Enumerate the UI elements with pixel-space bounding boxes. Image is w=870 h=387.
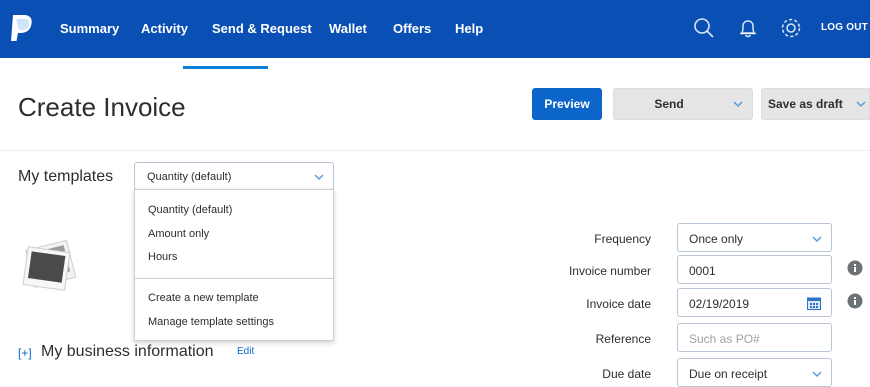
- send-button[interactable]: Send: [613, 88, 753, 120]
- chevron-down-icon: [314, 174, 324, 181]
- chevron-down-icon: [733, 101, 743, 108]
- due-date-label: Due date: [602, 367, 651, 381]
- menu-item-quantity[interactable]: Quantity (default): [148, 204, 232, 216]
- menu-item-hours[interactable]: Hours: [148, 251, 177, 263]
- menu-item-amount-only[interactable]: Amount only: [148, 228, 209, 240]
- reference-label: Reference: [595, 332, 651, 346]
- frequency-value: Once only: [689, 232, 744, 246]
- nav-summary[interactable]: Summary: [60, 21, 119, 36]
- send-button-label: Send: [654, 97, 684, 111]
- business-info-expand-toggle[interactable]: [+]: [18, 346, 32, 360]
- templates-dropdown-menu: Quantity (default) Amount only Hours Cre…: [134, 189, 334, 341]
- frequency-label: Frequency: [594, 232, 651, 246]
- bell-icon[interactable]: [734, 14, 762, 42]
- invoice-number-field[interactable]: 0001: [677, 255, 832, 284]
- paypal-logo-icon[interactable]: [8, 13, 34, 43]
- chevron-down-icon: [812, 371, 822, 378]
- invoice-date-label: Invoice date: [586, 297, 651, 311]
- reference-placeholder: Such as PO#: [689, 332, 760, 346]
- frequency-select[interactable]: Once only: [677, 223, 832, 252]
- invoice-date-value: 02/19/2019: [689, 297, 750, 311]
- save-draft-button[interactable]: Save as draft: [761, 88, 870, 120]
- search-icon[interactable]: [690, 14, 718, 42]
- invoice-number-value: 0001: [689, 264, 716, 278]
- page-title: Create Invoice: [18, 92, 186, 122]
- preview-button[interactable]: Preview: [532, 88, 602, 120]
- templates-select[interactable]: Quantity (default): [134, 162, 334, 190]
- save-draft-label: Save as draft: [768, 97, 843, 111]
- menu-item-manage-templates[interactable]: Manage template settings: [148, 316, 274, 328]
- templates-label: My templates: [18, 168, 114, 185]
- calendar-icon[interactable]: [807, 296, 821, 310]
- photo-placeholder-icon[interactable]: [20, 236, 80, 294]
- info-icon[interactable]: [847, 260, 863, 276]
- logout-link[interactable]: LOG OUT: [821, 22, 868, 33]
- nav-wallet[interactable]: Wallet: [329, 21, 367, 36]
- gear-icon[interactable]: [777, 14, 805, 42]
- chevron-down-icon: [856, 101, 866, 108]
- business-info-edit-link[interactable]: Edit: [237, 346, 254, 357]
- nav-send-request[interactable]: Send & Request: [212, 21, 312, 36]
- info-icon[interactable]: [847, 293, 863, 309]
- menu-item-create-template[interactable]: Create a new template: [148, 292, 259, 304]
- nav-offers[interactable]: Offers: [393, 21, 431, 36]
- menu-separator: [135, 278, 333, 279]
- due-date-select[interactable]: Due on receipt: [677, 358, 832, 387]
- active-nav-indicator: [183, 66, 268, 69]
- nav-activity[interactable]: Activity: [141, 21, 188, 36]
- chevron-down-icon: [812, 236, 822, 243]
- invoice-number-label: Invoice number: [568, 264, 651, 278]
- header-divider: [0, 150, 870, 151]
- reference-field[interactable]: Such as PO#: [677, 323, 832, 352]
- top-nav: Summary Activity Send & Request Wallet O…: [0, 0, 870, 58]
- invoice-date-field[interactable]: 02/19/2019: [677, 288, 832, 317]
- due-date-value: Due on receipt: [689, 367, 768, 381]
- business-info-label: My business information: [41, 343, 214, 360]
- templates-selected-value: Quantity (default): [147, 171, 232, 183]
- nav-help[interactable]: Help: [455, 21, 483, 36]
